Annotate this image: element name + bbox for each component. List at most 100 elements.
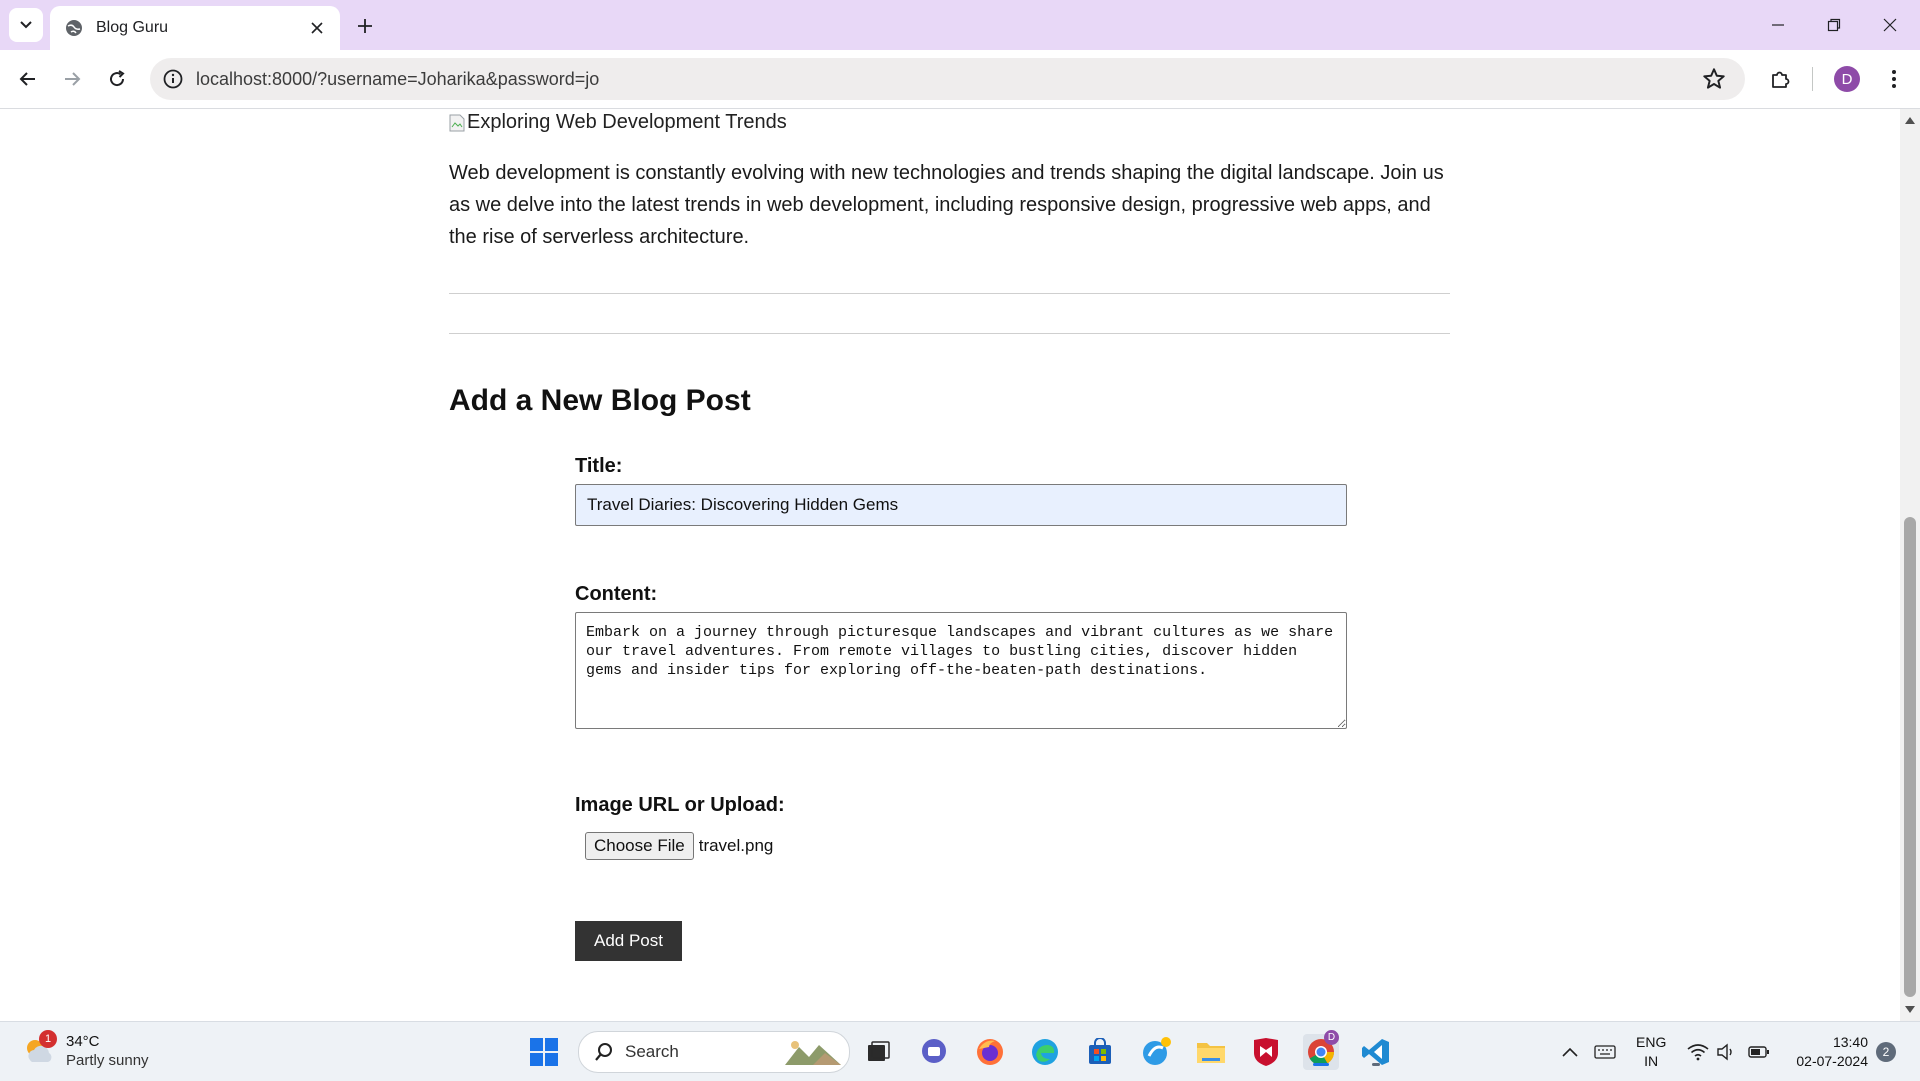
globe-icon (66, 20, 82, 36)
site-info-icon[interactable] (162, 68, 184, 90)
notification-count-badge[interactable]: 2 (1876, 1042, 1896, 1062)
system-clock[interactable]: 13:40 02-07-2024 (1784, 1033, 1868, 1071)
taskbar-teams-button[interactable] (916, 1034, 952, 1070)
edge-icon (1032, 1039, 1058, 1065)
taskbar-search-label: Search (625, 1042, 679, 1061)
firefox-icon (977, 1039, 1003, 1065)
show-hidden-icons-button[interactable] (1558, 1040, 1582, 1064)
taskbar-search-box[interactable]: Search (578, 1031, 850, 1073)
divider (449, 333, 1450, 334)
active-indicator (1313, 1063, 1329, 1066)
browser-tab-active[interactable]: Blog Guru (50, 6, 340, 50)
clock-time: 13:40 (1832, 1034, 1868, 1050)
taskbar-chrome-button[interactable]: D (1303, 1030, 1339, 1070)
divider (449, 293, 1450, 294)
close-icon (1883, 18, 1897, 32)
puzzle-icon (1772, 71, 1790, 88)
scroll-down-arrow[interactable] (1904, 1004, 1916, 1016)
taskbar-file-explorer-button[interactable] (1193, 1034, 1229, 1070)
reload-icon (110, 70, 125, 87)
windows-taskbar: 1 34°C Partly sunny Search D ENG IN 13:4… (0, 1021, 1920, 1081)
search-icon (595, 1043, 612, 1061)
weather-icon: 1 (22, 1030, 57, 1068)
extensions-button[interactable] (1764, 63, 1796, 95)
weather-badge: 1 (39, 1030, 57, 1048)
task-view-button[interactable] (860, 1034, 896, 1070)
title-input[interactable] (575, 484, 1347, 526)
search-highlight-illustration-icon (785, 1041, 841, 1065)
minimize-button[interactable] (1750, 0, 1806, 50)
scroll-thumb[interactable] (1904, 517, 1916, 997)
content-textarea[interactable]: Embark on a journey through picturesque … (575, 612, 1347, 729)
toolbar-divider (1812, 67, 1813, 91)
post-body-text: Web development is constantly evolving w… (449, 162, 1444, 248)
new-tab-button[interactable] (351, 12, 379, 40)
selected-file-name: travel.png (698, 836, 774, 855)
browser-menu-button[interactable] (1878, 63, 1910, 95)
weather-condition: Partly sunny (66, 1052, 149, 1069)
speaker-icon (1717, 1043, 1732, 1061)
start-button[interactable] (526, 1034, 562, 1070)
folder-icon (1197, 1043, 1225, 1063)
browser-tab-bar: Blog Guru (0, 0, 1920, 50)
scroll-up-arrow[interactable] (1904, 114, 1916, 126)
close-window-button[interactable] (1862, 0, 1918, 50)
taskbar-mcafee-button[interactable] (1248, 1034, 1284, 1070)
file-upload-field[interactable]: Choose File travel.png (585, 832, 773, 860)
taskbar-firefox-button[interactable] (972, 1034, 1008, 1070)
taskbar-vscode-button[interactable] (1358, 1034, 1394, 1070)
minimize-icon (1772, 24, 1784, 26)
choose-file-button[interactable]: Choose File (585, 832, 694, 860)
wifi-status[interactable] (1686, 1040, 1710, 1064)
image-label: Image URL or Upload: (575, 794, 785, 816)
profile-button[interactable]: D (1831, 63, 1863, 95)
broken-image-icon (449, 114, 465, 131)
language-code: ENG (1636, 1034, 1667, 1050)
language-region: IN (1644, 1053, 1659, 1069)
chevron-down-icon (20, 21, 32, 29)
taskbar-edge-button[interactable] (1027, 1034, 1063, 1070)
plus-icon (358, 19, 372, 33)
tab-title: Blog Guru (96, 19, 169, 36)
copilot-icon (1143, 1037, 1171, 1065)
arrow-right-icon (65, 72, 81, 86)
chevron-up-icon (1562, 1047, 1578, 1057)
post-image-alt-text: Exploring Web Development Trends (467, 111, 787, 133)
taskbar-copilot-button[interactable] (1139, 1034, 1175, 1070)
address-bar-url[interactable]: localhost:8000/?username=Joharika&passwo… (196, 69, 1701, 90)
page-scrollbar[interactable] (1900, 109, 1920, 1021)
post-image-broken: Exploring Web Development Trends (449, 111, 787, 134)
weather-widget[interactable]: 1 34°C Partly sunny (22, 1030, 149, 1070)
chrome-profile-badge: D (1324, 1030, 1339, 1045)
chat-icon (922, 1039, 946, 1063)
touch-keyboard-button[interactable] (1593, 1040, 1617, 1064)
weather-temperature: 34°C (66, 1033, 100, 1050)
battery-status[interactable] (1747, 1040, 1771, 1064)
triangle-down-icon (1905, 1006, 1915, 1013)
clock-date: 02-07-2024 (1796, 1053, 1868, 1069)
tab-search-dropdown-button[interactable] (9, 8, 43, 42)
content-label: Content: (575, 583, 658, 605)
tab-close-button[interactable] (306, 17, 328, 39)
arrow-left-icon (19, 72, 35, 86)
shield-icon (1254, 1038, 1278, 1066)
input-language-indicator[interactable]: ENG IN (1636, 1033, 1666, 1071)
back-button[interactable] (10, 61, 46, 97)
triangle-up-icon (1905, 117, 1915, 124)
form-heading: Add a New Blog Post (449, 384, 751, 417)
volume-status[interactable] (1714, 1040, 1738, 1064)
restore-button[interactable] (1806, 0, 1862, 50)
reload-button[interactable] (99, 61, 135, 97)
address-bar[interactable]: localhost:8000/?username=Joharika&passwo… (150, 58, 1745, 100)
forward-button[interactable] (54, 61, 90, 97)
add-post-button[interactable]: Add Post (575, 921, 682, 961)
store-icon (1089, 1038, 1111, 1064)
taskbar-store-button[interactable] (1082, 1034, 1118, 1070)
page-viewport: Exploring Web Development Trends Web dev… (0, 109, 1900, 1021)
title-label: Title: (575, 455, 623, 477)
task-view-icon (868, 1041, 890, 1061)
browser-toolbar: localhost:8000/?username=Joharika&passwo… (0, 50, 1920, 109)
battery-icon (1748, 1046, 1769, 1058)
restore-icon (1827, 18, 1841, 32)
bookmark-star-icon[interactable] (1701, 66, 1727, 92)
